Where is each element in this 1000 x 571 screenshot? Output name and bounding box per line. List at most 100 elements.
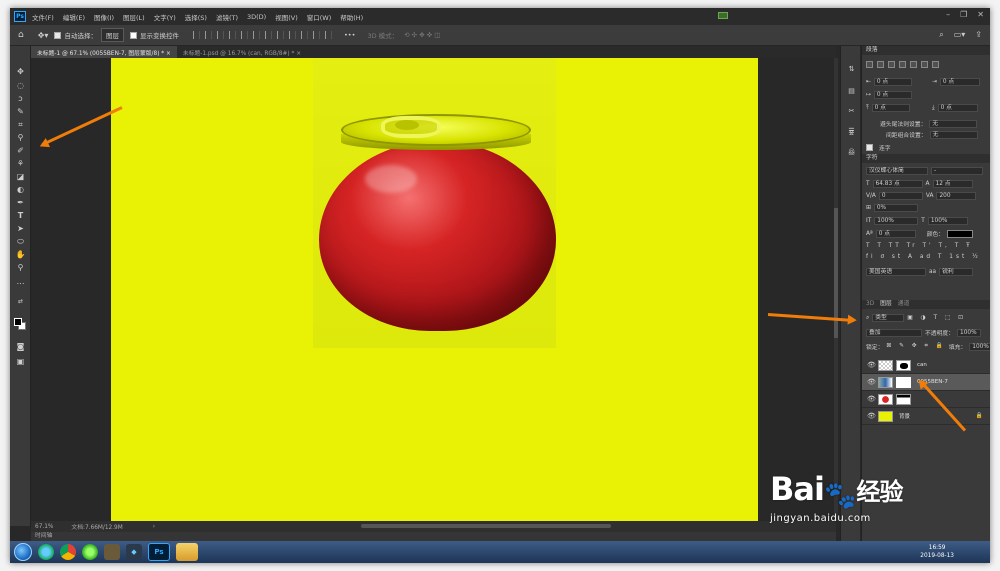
align-icon[interactable] (252, 31, 260, 39)
menu-type[interactable]: 文字(Y) (154, 12, 176, 22)
auto-select-option[interactable]: 自动选择： 图层 (54, 28, 124, 42)
chrome-icon[interactable] (60, 544, 76, 560)
auto-select-checkbox[interactable] (54, 31, 62, 39)
menu-3d[interactable]: 3D(D) (247, 13, 266, 21)
kerning-field[interactable]: 0 (878, 192, 923, 200)
type-tool-icon[interactable]: T (14, 210, 27, 221)
filter-icons[interactable]: ▣ ◑ T ⬚ ⊡ (907, 315, 966, 321)
tab-layers[interactable]: 图层 (880, 300, 892, 309)
tab-document-1[interactable]: 未标题-1 @ 67.1% (0055BEN-7, 图层蒙版/8) * × (31, 46, 177, 58)
show-transform-checkbox[interactable] (129, 31, 137, 39)
layer-name[interactable]: 背景 (899, 412, 910, 420)
clone-source-icon[interactable]: ⧖ (846, 128, 857, 138)
stamp-tool-icon[interactable]: ⚘ (14, 158, 27, 169)
menu-edit[interactable]: 编辑(E) (63, 12, 85, 22)
photoshop-taskbar-icon[interactable]: Ps (148, 543, 170, 561)
move-tool-preset-icon[interactable]: ✥▾ (38, 31, 49, 40)
tab-channels[interactable]: 通道 (898, 300, 910, 309)
browser-icon[interactable] (82, 544, 98, 560)
quick-select-tool-icon[interactable]: ✎ (14, 106, 27, 117)
eyedropper-tool-icon[interactable]: ⚲ (14, 132, 27, 143)
paragraph-panel-header[interactable]: 段落 (862, 46, 990, 55)
media-app-icon[interactable]: ◆ (126, 544, 142, 560)
vertical-scrollbar[interactable] (834, 58, 838, 521)
move-tool-icon[interactable]: ✥ (14, 66, 27, 77)
minimize-icon[interactable]: – (946, 10, 950, 19)
tab-document-2[interactable]: 未标题-1.psd @ 16.7% (can, RGB/8#) * × (177, 46, 307, 58)
menu-file[interactable]: 文件(F) (32, 12, 54, 22)
history-icon[interactable]: ⇅ (846, 64, 857, 74)
show-transform-option[interactable]: 显示变换控件 (129, 30, 179, 40)
zoom-level[interactable]: 67.1% (35, 524, 53, 530)
type-style-icons[interactable]: T T TT Tr T' T, T Ŧ (866, 243, 973, 249)
justify-center-icon[interactable] (910, 61, 917, 68)
indent-right-field[interactable]: 0 点 (939, 78, 980, 86)
character-panel-header[interactable]: 字符 (862, 154, 990, 163)
kinsoku-select[interactable]: 无 (929, 119, 978, 128)
align-icon[interactable] (216, 31, 224, 39)
close-icon[interactable]: ✕ (977, 10, 984, 19)
align-icon[interactable] (192, 31, 200, 39)
path-select-tool-icon[interactable]: ➤ (14, 223, 27, 234)
home-icon[interactable]: ⌂ (18, 30, 24, 40)
document-canvas[interactable] (111, 58, 758, 521)
properties-icon[interactable]: ▤ (846, 86, 857, 96)
eraser-tool-icon[interactable]: ◪ (14, 171, 27, 182)
explorer-icon[interactable] (176, 543, 198, 561)
layer-row[interactable]: 👁 背景 🔒 (862, 408, 990, 425)
distribute-icon[interactable] (276, 31, 284, 39)
eye-icon[interactable]: 👁 (867, 378, 876, 386)
menu-select[interactable]: 选择(S) (185, 12, 207, 22)
crop-tool-icon[interactable]: ⌗ (14, 119, 27, 130)
lasso-tool-icon[interactable]: ↄ (14, 93, 27, 104)
brush-tool-icon[interactable]: ✐ (14, 145, 27, 156)
layer-mask-thumbnail[interactable] (896, 376, 911, 388)
edit-toolbar-icon[interactable]: ⋯ (14, 278, 27, 289)
layer-mask-thumbnail[interactable] (896, 393, 911, 405)
eye-icon[interactable]: 👁 (867, 361, 876, 369)
3d-app-icon[interactable] (104, 544, 120, 560)
eye-icon[interactable]: 👁 (867, 395, 876, 403)
distribute-icon[interactable] (312, 31, 320, 39)
leading-field[interactable]: 12 点 (932, 180, 973, 188)
screen-mode-icon[interactable]: ▣ (14, 356, 27, 367)
timeline-panel[interactable]: 时间轴 (31, 532, 836, 541)
align-right-icon[interactable] (888, 61, 895, 68)
marquee-tool-icon[interactable]: ◌ (14, 80, 27, 91)
font-size-field[interactable]: 64.83 点 (872, 180, 923, 188)
workspace-icon[interactable]: ▭▾ (954, 30, 966, 40)
blend-mode-select[interactable]: 叠加 (866, 328, 922, 337)
tsume-field[interactable]: 0% (873, 204, 918, 212)
menu-window[interactable]: 窗口(W) (307, 12, 332, 22)
opacity-field[interactable]: 100% (957, 328, 981, 337)
swap-colors-icon[interactable]: ⇄ (14, 296, 27, 307)
foreground-color-swatch[interactable] (14, 318, 22, 326)
distribute-icon[interactable] (300, 31, 308, 39)
language-select[interactable]: 美国英语 (866, 268, 926, 276)
space-before-field[interactable]: 0 点 (871, 104, 910, 112)
hand-tool-icon[interactable]: ✋ (14, 249, 27, 260)
font-family-select[interactable]: 汉仪蝶心体简 (866, 167, 928, 175)
auto-select-target-select[interactable]: 图层 (100, 28, 124, 42)
layer-mask-thumbnail[interactable] (896, 359, 911, 371)
layer-filter-select[interactable]: 类型 (872, 314, 905, 322)
pen-tool-icon[interactable]: ✒ (14, 197, 27, 208)
text-color-swatch[interactable] (947, 229, 974, 238)
shape-tool-icon[interactable]: ⬭ (14, 236, 27, 247)
start-button[interactable] (14, 543, 32, 561)
more-options-icon[interactable]: ••• (344, 31, 356, 39)
space-after-field[interactable]: 0 点 (937, 104, 978, 112)
status-arrow-icon[interactable]: › (153, 524, 155, 530)
font-style-select[interactable]: - (931, 167, 983, 175)
quick-mask-icon[interactable]: ◙ (14, 341, 27, 352)
menu-layer[interactable]: 图层(L) (123, 12, 145, 22)
tools-options-icon[interactable]: ✂ (846, 106, 857, 116)
layer-name[interactable]: can (917, 362, 927, 368)
indent-left-field[interactable]: 0 点 (873, 78, 912, 86)
align-icon[interactable] (228, 31, 236, 39)
align-center-icon[interactable] (877, 61, 884, 68)
mojikumi-select[interactable]: 无 (929, 130, 978, 139)
close-tab-icon[interactable]: × (166, 51, 171, 57)
distribute-icon[interactable] (288, 31, 296, 39)
first-indent-field[interactable]: 0 点 (873, 91, 912, 99)
